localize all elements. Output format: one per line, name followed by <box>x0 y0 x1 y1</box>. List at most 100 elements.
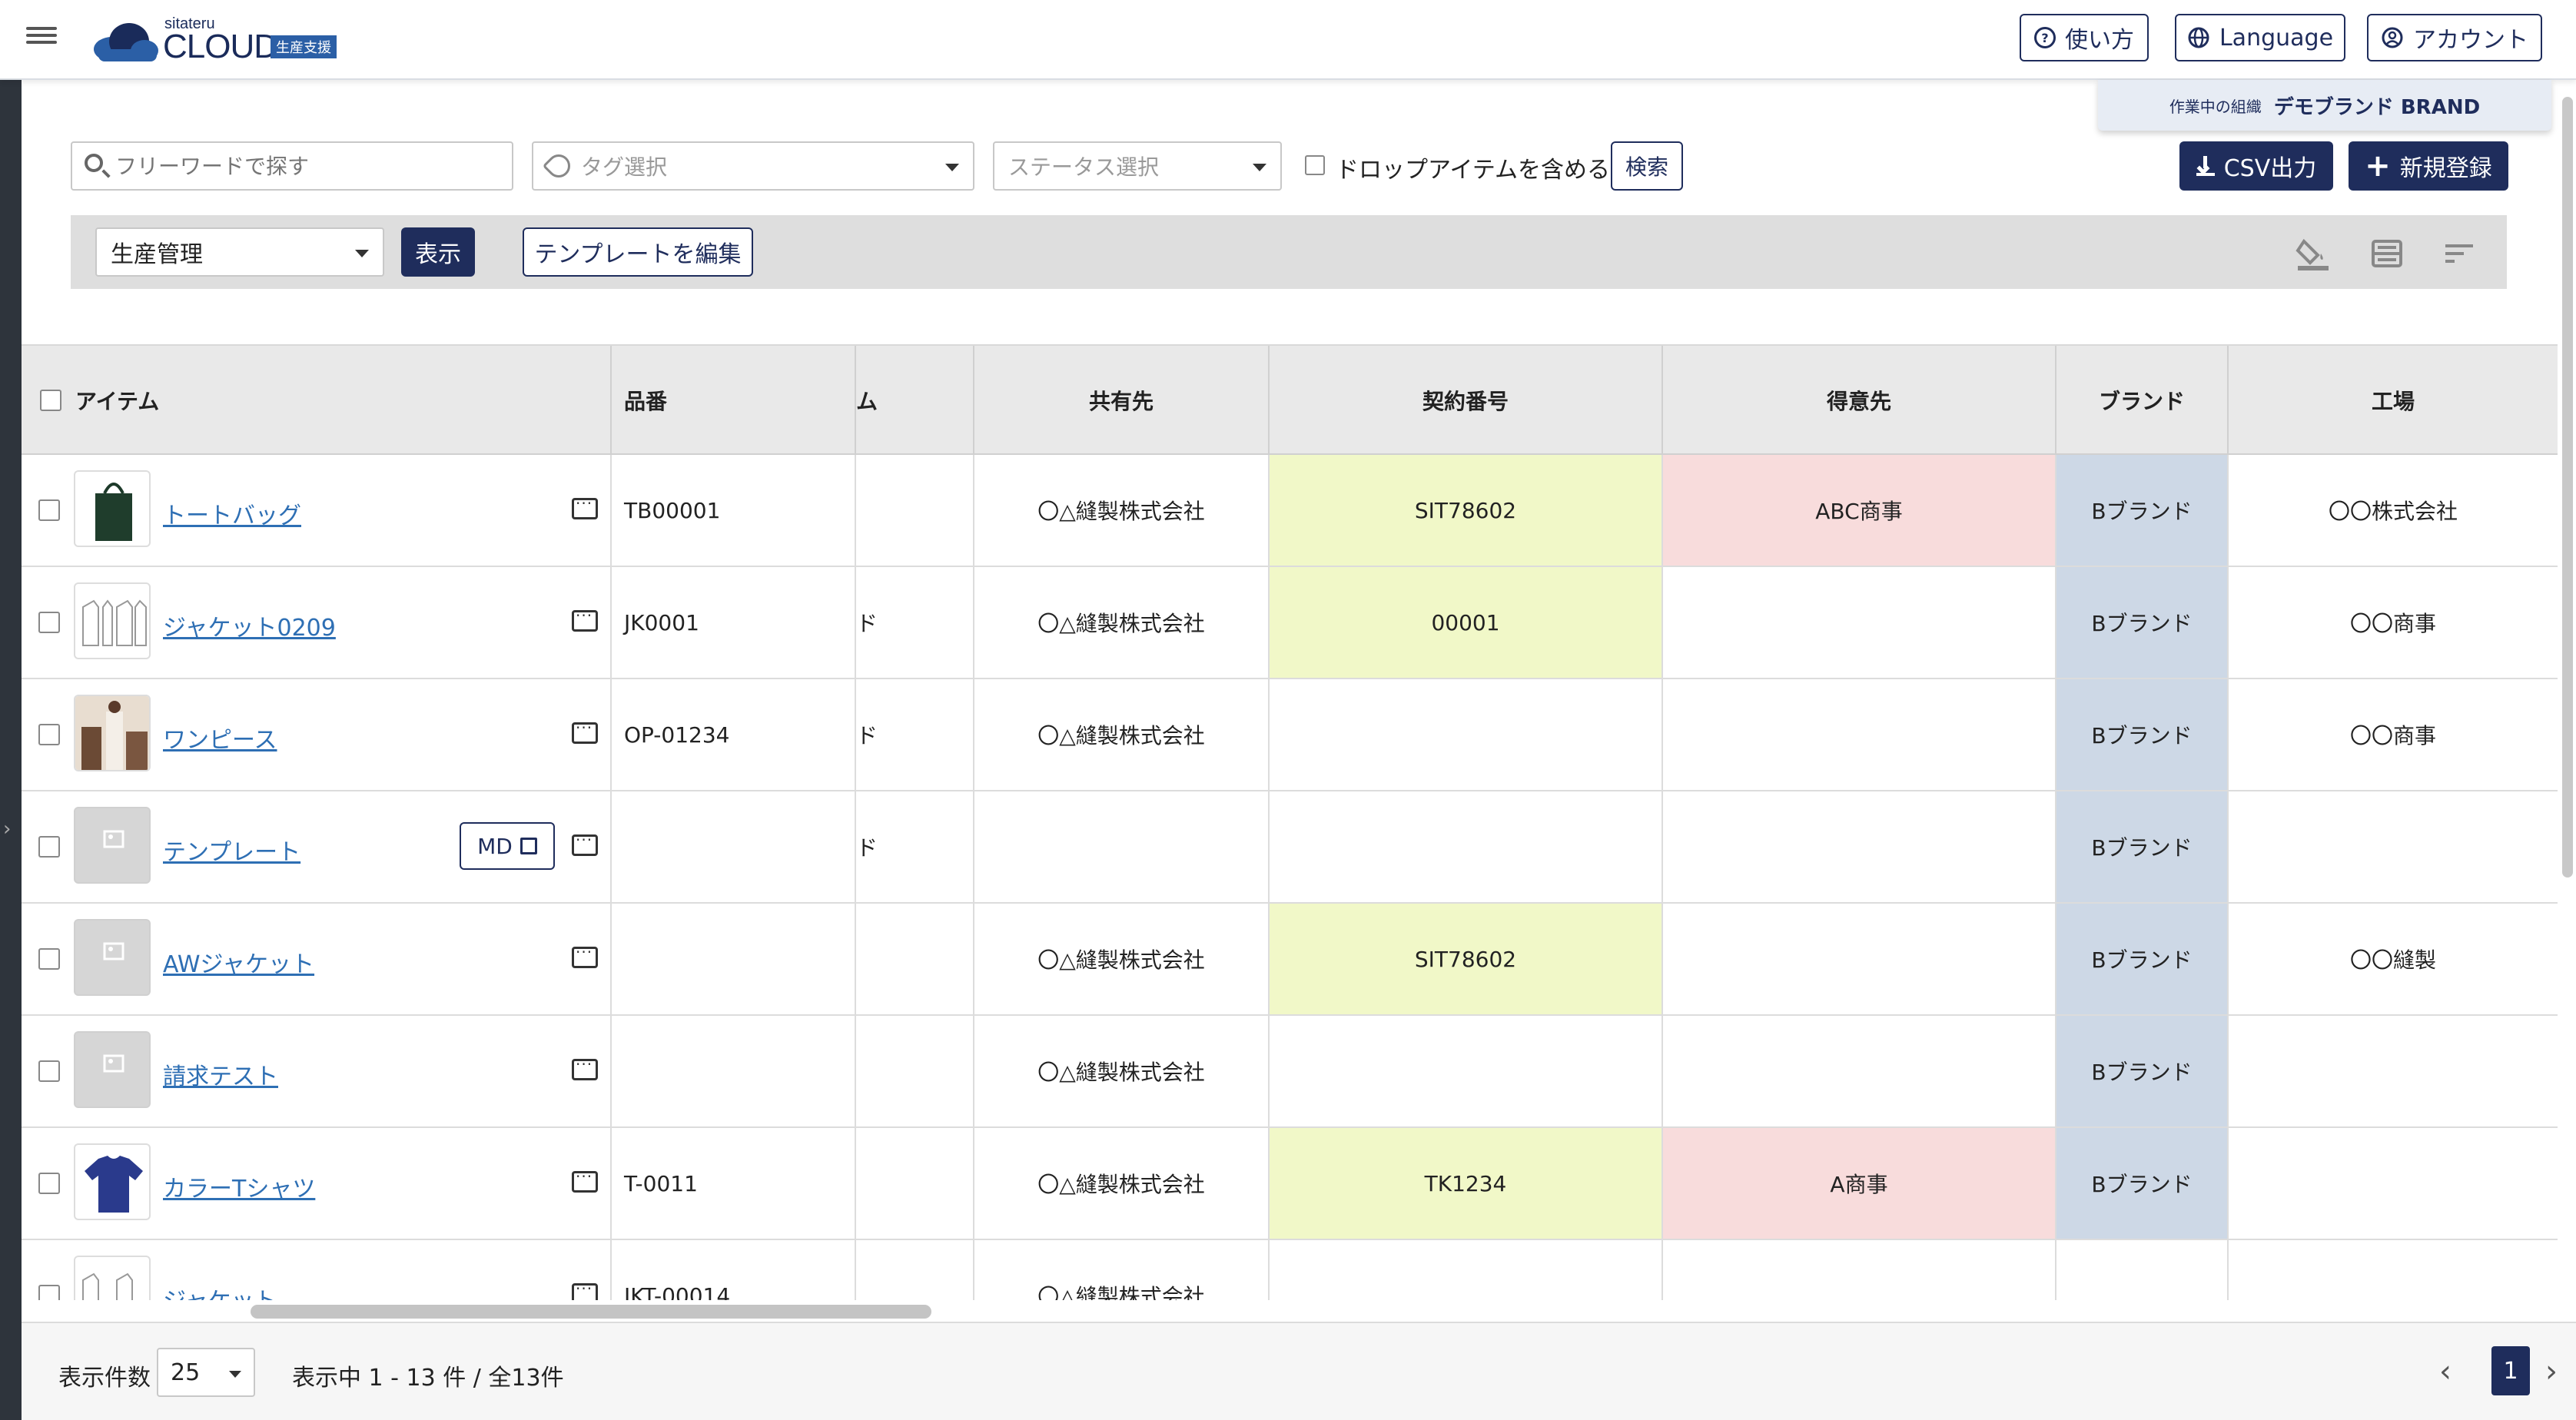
per-page-select[interactable]: 25 <box>157 1348 255 1397</box>
tote-bag-image <box>95 483 132 541</box>
contract-cell: TK1234 <box>1270 1128 1663 1239</box>
code-cell <box>612 791 856 902</box>
search-input[interactable] <box>115 149 500 183</box>
contract-cell <box>1270 679 1663 790</box>
column-header-factory[interactable]: 工場 <box>2229 346 2558 455</box>
row-checkbox[interactable] <box>38 724 60 745</box>
client-cell <box>1663 791 2056 902</box>
item-link[interactable]: AWジャケット <box>163 945 314 979</box>
table-row[interactable]: AWジャケット 〇△縫製株式会社 SIT78602 Bブランド 〇〇縫製 <box>22 904 2558 1016</box>
new-register-button[interactable]: + 新規登録 <box>2349 141 2508 191</box>
comment-icon[interactable] <box>572 606 598 632</box>
item-link[interactable]: トートバッグ <box>163 496 301 530</box>
row-checkbox[interactable] <box>38 948 60 970</box>
item-link[interactable]: ワンピース <box>163 721 277 755</box>
share-cell: 〇△縫製株式会社 <box>974 455 1270 566</box>
comment-icon[interactable] <box>572 943 598 968</box>
sort-icon[interactable] <box>2441 235 2478 272</box>
row-checkbox[interactable] <box>38 836 60 858</box>
chevron-right-icon: › <box>3 818 12 841</box>
new-register-label: 新規登録 <box>2399 155 2492 182</box>
column-header-client[interactable]: 得意先 <box>1663 346 2056 455</box>
vertical-scrollbar[interactable] <box>2562 97 2573 878</box>
table-row[interactable]: トートバッグ TB00001 〇△縫製株式会社 SIT78602 ABC商事 B… <box>22 455 2558 567</box>
csv-export-button[interactable]: CSV出力 <box>2179 141 2333 191</box>
dress-photo-image <box>75 696 149 770</box>
show-button[interactable]: 表示 <box>401 227 475 277</box>
column-header-code[interactable]: 品番 <box>612 346 856 455</box>
comment-icon[interactable] <box>572 718 598 744</box>
comment-icon[interactable] <box>572 831 598 856</box>
md-open-button[interactable]: MD <box>460 822 555 870</box>
factory-cell: 〇〇株式会社 <box>2328 499 2458 524</box>
column-layout-icon[interactable] <box>2369 235 2405 272</box>
row-checkbox[interactable] <box>38 1060 60 1082</box>
side-drawer-handle[interactable]: › <box>0 80 22 1420</box>
row-checkbox[interactable] <box>38 499 60 521</box>
download-icon <box>2196 156 2215 176</box>
code-cell: TB00001 <box>612 455 856 566</box>
column-header-partial[interactable]: ム <box>856 346 974 455</box>
table-row[interactable]: ジャケット JKT-00014 〇△縫製株式会社 <box>22 1240 2558 1300</box>
account-button[interactable]: アカウント <box>2367 14 2542 61</box>
chevron-right-icon[interactable]: › <box>2545 1354 2558 1389</box>
edit-template-button[interactable]: テンプレートを編集 <box>523 227 753 277</box>
column-header-share[interactable]: 共有先 <box>974 346 1270 455</box>
comment-icon[interactable] <box>572 1167 598 1193</box>
select-all-checkbox[interactable] <box>40 390 61 411</box>
brand-cell <box>2056 1240 2229 1300</box>
column-header-item[interactable]: アイテム <box>22 346 612 455</box>
language-button[interactable]: Language <box>2175 14 2345 61</box>
status-select-placeholder: ステータス選択 <box>1008 154 1160 180</box>
view-template-value: 生産管理 <box>111 241 203 268</box>
table-row[interactable]: ワンピース OP-01234 ド 〇△縫製株式会社 Bブランド 〇〇商事 <box>22 679 2558 791</box>
table-row[interactable]: テンプレート MD ド Bブランド <box>22 791 2558 904</box>
column-header-brand[interactable]: ブランド <box>2056 346 2229 455</box>
no-image-placeholder-icon <box>74 807 151 884</box>
row-checkbox[interactable] <box>38 612 60 633</box>
brand-cell: Bブランド <box>2056 904 2229 1014</box>
table-row[interactable]: 請求テスト 〇△縫製株式会社 Bブランド <box>22 1016 2558 1128</box>
no-image-placeholder-icon <box>74 1031 151 1108</box>
item-link[interactable]: ジャケット <box>163 1282 277 1300</box>
factory-cell <box>2229 1016 2558 1126</box>
paint-bucket-icon[interactable] <box>2295 235 2332 272</box>
comment-icon[interactable] <box>572 1279 598 1300</box>
item-link[interactable]: テンプレート <box>163 833 300 867</box>
page-button-current[interactable]: 1 <box>2491 1346 2530 1395</box>
item-link[interactable]: ジャケット0209 <box>163 609 336 642</box>
comment-icon[interactable] <box>572 1055 598 1080</box>
column-header-contract[interactable]: 契約番号 <box>1270 346 1663 455</box>
horizontal-scrollbar[interactable] <box>251 1305 931 1319</box>
free-word-search[interactable] <box>71 141 513 191</box>
comment-icon[interactable] <box>572 494 598 519</box>
item-link[interactable]: カラーTシャツ <box>163 1170 315 1203</box>
tag-select-placeholder: タグ選択 <box>581 154 668 180</box>
jacket-sketch-image <box>82 599 147 646</box>
view-template-select[interactable]: 生産管理 <box>95 227 384 277</box>
item-cell: カラーTシャツ <box>22 1128 612 1239</box>
logo-badge: 生産支援 <box>271 35 337 58</box>
row-checkbox[interactable] <box>38 1173 60 1194</box>
include-drop-items-checkbox[interactable] <box>1305 155 1325 175</box>
contract-cell: SIT78602 <box>1270 455 1663 566</box>
jacket-sketch-image <box>82 1272 133 1300</box>
menu-icon[interactable] <box>26 23 57 54</box>
table-row[interactable]: カラーTシャツ T-0011 〇△縫製株式会社 TK1234 A商事 Bブランド <box>22 1128 2558 1240</box>
chevron-left-icon[interactable]: ‹ <box>2439 1354 2452 1389</box>
tag-select[interactable]: タグ選択 <box>532 141 974 191</box>
share-cell: 〇△縫製株式会社 <box>974 904 1270 1014</box>
row-checkbox[interactable] <box>38 1285 60 1300</box>
item-cell: ワンピース <box>22 679 612 790</box>
code-cell: JK0001 <box>612 567 856 678</box>
table-row[interactable]: ジャケット0209 JK0001 ド 〇△縫製株式会社 00001 Bブランド … <box>22 567 2558 679</box>
partial-cell: ド <box>856 791 974 902</box>
item-link[interactable]: 請求テスト <box>163 1057 278 1091</box>
app-logo[interactable]: sitateru CLOUD 生産支援 <box>91 11 352 71</box>
item-cell: ジャケット0209 <box>22 567 612 678</box>
contract-cell <box>1270 791 1663 902</box>
search-button[interactable]: 検索 <box>1611 141 1683 191</box>
help-button[interactable]: ? 使い方 <box>2020 14 2149 61</box>
partial-cell <box>856 1016 974 1126</box>
status-select[interactable]: ステータス選択 <box>993 141 1282 191</box>
